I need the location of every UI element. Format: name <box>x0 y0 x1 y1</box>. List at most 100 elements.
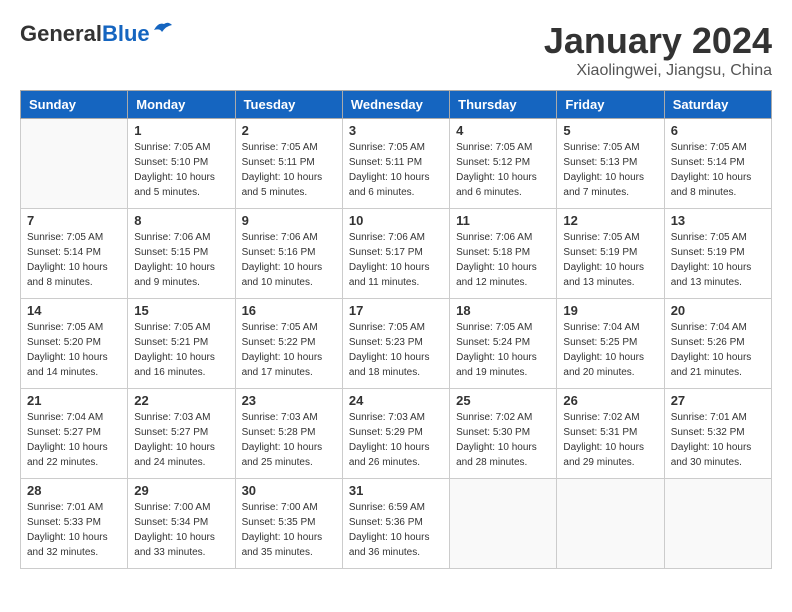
day-info: Sunrise: 7:05 AMSunset: 5:19 PMDaylight:… <box>563 230 657 290</box>
calendar-week-row: 28Sunrise: 7:01 AMSunset: 5:33 PMDayligh… <box>21 479 772 569</box>
day-info: Sunrise: 7:05 AMSunset: 5:11 PMDaylight:… <box>349 140 443 200</box>
day-number: 15 <box>134 303 228 318</box>
day-number: 10 <box>349 213 443 228</box>
day-info: Sunrise: 6:59 AMSunset: 5:36 PMDaylight:… <box>349 500 443 560</box>
day-info: Sunrise: 7:04 AMSunset: 5:26 PMDaylight:… <box>671 320 765 380</box>
day-number: 30 <box>242 483 336 498</box>
calendar-cell: 9 Sunrise: 7:06 AMSunset: 5:16 PMDaylight… <box>235 209 342 299</box>
day-number: 24 <box>349 393 443 408</box>
day-info: Sunrise: 7:04 AMSunset: 5:27 PMDaylight:… <box>27 410 121 470</box>
day-info: Sunrise: 7:00 AMSunset: 5:34 PMDaylight:… <box>134 500 228 560</box>
calendar-cell: 24 Sunrise: 7:03 AMSunset: 5:29 PMDayligh… <box>342 389 449 479</box>
calendar-cell: 27 Sunrise: 7:01 AMSunset: 5:32 PMDayligh… <box>664 389 771 479</box>
day-number: 6 <box>671 123 765 138</box>
calendar-cell: 10 Sunrise: 7:06 AMSunset: 5:17 PMDayligh… <box>342 209 449 299</box>
calendar-week-row: 1 Sunrise: 7:05 AMSunset: 5:10 PMDaylight… <box>21 119 772 209</box>
calendar-cell: 18 Sunrise: 7:05 AMSunset: 5:24 PMDayligh… <box>450 299 557 389</box>
column-header-tuesday: Tuesday <box>235 91 342 119</box>
day-number: 23 <box>242 393 336 408</box>
logo-text: GeneralBlue <box>20 23 150 45</box>
logo: GeneralBlue <box>20 20 174 48</box>
calendar-cell: 1 Sunrise: 7:05 AMSunset: 5:10 PMDaylight… <box>128 119 235 209</box>
title-area: January 2024 Xiaolingwei, Jiangsu, China <box>544 20 772 80</box>
calendar-cell: 30 Sunrise: 7:00 AMSunset: 5:35 PMDayligh… <box>235 479 342 569</box>
day-number: 20 <box>671 303 765 318</box>
day-info: Sunrise: 7:00 AMSunset: 5:35 PMDaylight:… <box>242 500 336 560</box>
day-number: 14 <box>27 303 121 318</box>
day-number: 21 <box>27 393 121 408</box>
day-number: 31 <box>349 483 443 498</box>
day-info: Sunrise: 7:03 AMSunset: 5:28 PMDaylight:… <box>242 410 336 470</box>
day-number: 18 <box>456 303 550 318</box>
calendar-table: SundayMondayTuesdayWednesdayThursdayFrid… <box>20 90 772 569</box>
day-info: Sunrise: 7:04 AMSunset: 5:25 PMDaylight:… <box>563 320 657 380</box>
calendar-cell: 4Sunrise: 7:05 AMSunset: 5:12 PMDaylight… <box>450 119 557 209</box>
day-number: 8 <box>134 213 228 228</box>
day-number: 4 <box>456 123 550 138</box>
location: Xiaolingwei, Jiangsu, China <box>544 62 772 80</box>
day-number: 19 <box>563 303 657 318</box>
calendar-cell: 26Sunrise: 7:02 AMSunset: 5:31 PMDayligh… <box>557 389 664 479</box>
day-info: Sunrise: 7:05 AMSunset: 5:10 PMDaylight:… <box>134 140 228 200</box>
day-info: Sunrise: 7:05 AMSunset: 5:11 PMDaylight:… <box>242 140 336 200</box>
day-info: Sunrise: 7:01 AMSunset: 5:32 PMDaylight:… <box>671 410 765 470</box>
day-number: 28 <box>27 483 121 498</box>
day-info: Sunrise: 7:05 AMSunset: 5:19 PMDaylight:… <box>671 230 765 290</box>
calendar-week-row: 21 Sunrise: 7:04 AMSunset: 5:27 PMDayligh… <box>21 389 772 479</box>
calendar-cell <box>557 479 664 569</box>
day-number: 3 <box>349 123 443 138</box>
day-number: 27 <box>671 393 765 408</box>
calendar-cell: 25Sunrise: 7:02 AMSunset: 5:30 PMDayligh… <box>450 389 557 479</box>
day-info: Sunrise: 7:06 AMSunset: 5:18 PMDaylight:… <box>456 230 550 290</box>
calendar-header-row: SundayMondayTuesdayWednesdayThursdayFrid… <box>21 91 772 119</box>
day-info: Sunrise: 7:05 AMSunset: 5:14 PMDaylight:… <box>27 230 121 290</box>
calendar-cell: 11Sunrise: 7:06 AMSunset: 5:18 PMDayligh… <box>450 209 557 299</box>
calendar-cell: 23 Sunrise: 7:03 AMSunset: 5:28 PMDayligh… <box>235 389 342 479</box>
day-info: Sunrise: 7:03 AMSunset: 5:29 PMDaylight:… <box>349 410 443 470</box>
calendar-cell: 28Sunrise: 7:01 AMSunset: 5:33 PMDayligh… <box>21 479 128 569</box>
month-title: January 2024 <box>544 20 772 62</box>
calendar-cell: 13 Sunrise: 7:05 AMSunset: 5:19 PMDayligh… <box>664 209 771 299</box>
calendar-cell <box>21 119 128 209</box>
calendar-cell: 22 Sunrise: 7:03 AMSunset: 5:27 PMDayligh… <box>128 389 235 479</box>
calendar-cell: 29Sunrise: 7:00 AMSunset: 5:34 PMDayligh… <box>128 479 235 569</box>
calendar-cell <box>664 479 771 569</box>
day-info: Sunrise: 7:05 AMSunset: 5:22 PMDaylight:… <box>242 320 336 380</box>
day-info: Sunrise: 7:05 AMSunset: 5:24 PMDaylight:… <box>456 320 550 380</box>
day-info: Sunrise: 7:05 AMSunset: 5:13 PMDaylight:… <box>563 140 657 200</box>
calendar-cell: 12 Sunrise: 7:05 AMSunset: 5:19 PMDayligh… <box>557 209 664 299</box>
day-info: Sunrise: 7:06 AMSunset: 5:16 PMDaylight:… <box>242 230 336 290</box>
page-header: GeneralBlue January 2024 Xiaolingwei, Ji… <box>20 20 772 80</box>
calendar-cell: 7 Sunrise: 7:05 AMSunset: 5:14 PMDaylight… <box>21 209 128 299</box>
column-header-wednesday: Wednesday <box>342 91 449 119</box>
column-header-sunday: Sunday <box>21 91 128 119</box>
day-number: 12 <box>563 213 657 228</box>
day-number: 17 <box>349 303 443 318</box>
calendar-cell <box>450 479 557 569</box>
day-number: 7 <box>27 213 121 228</box>
day-info: Sunrise: 7:05 AMSunset: 5:14 PMDaylight:… <box>671 140 765 200</box>
day-info: Sunrise: 7:02 AMSunset: 5:30 PMDaylight:… <box>456 410 550 470</box>
column-header-monday: Monday <box>128 91 235 119</box>
calendar-week-row: 14 Sunrise: 7:05 AMSunset: 5:20 PMDayligh… <box>21 299 772 389</box>
calendar-cell: 16Sunrise: 7:05 AMSunset: 5:22 PMDayligh… <box>235 299 342 389</box>
day-number: 26 <box>563 393 657 408</box>
day-info: Sunrise: 7:05 AMSunset: 5:20 PMDaylight:… <box>27 320 121 380</box>
day-info: Sunrise: 7:05 AMSunset: 5:21 PMDaylight:… <box>134 320 228 380</box>
calendar-cell: 31 Sunrise: 6:59 AMSunset: 5:36 PMDayligh… <box>342 479 449 569</box>
day-number: 9 <box>242 213 336 228</box>
day-number: 22 <box>134 393 228 408</box>
day-info: Sunrise: 7:03 AMSunset: 5:27 PMDaylight:… <box>134 410 228 470</box>
calendar-cell: 5 Sunrise: 7:05 AMSunset: 5:13 PMDaylight… <box>557 119 664 209</box>
day-info: Sunrise: 7:05 AMSunset: 5:23 PMDaylight:… <box>349 320 443 380</box>
logo-bird-icon <box>152 20 174 38</box>
day-info: Sunrise: 7:06 AMSunset: 5:15 PMDaylight:… <box>134 230 228 290</box>
day-number: 13 <box>671 213 765 228</box>
calendar-cell: 14 Sunrise: 7:05 AMSunset: 5:20 PMDayligh… <box>21 299 128 389</box>
day-number: 1 <box>134 123 228 138</box>
calendar-cell: 3 Sunrise: 7:05 AMSunset: 5:11 PMDaylight… <box>342 119 449 209</box>
day-number: 5 <box>563 123 657 138</box>
column-header-thursday: Thursday <box>450 91 557 119</box>
column-header-saturday: Saturday <box>664 91 771 119</box>
day-info: Sunrise: 7:06 AMSunset: 5:17 PMDaylight:… <box>349 230 443 290</box>
